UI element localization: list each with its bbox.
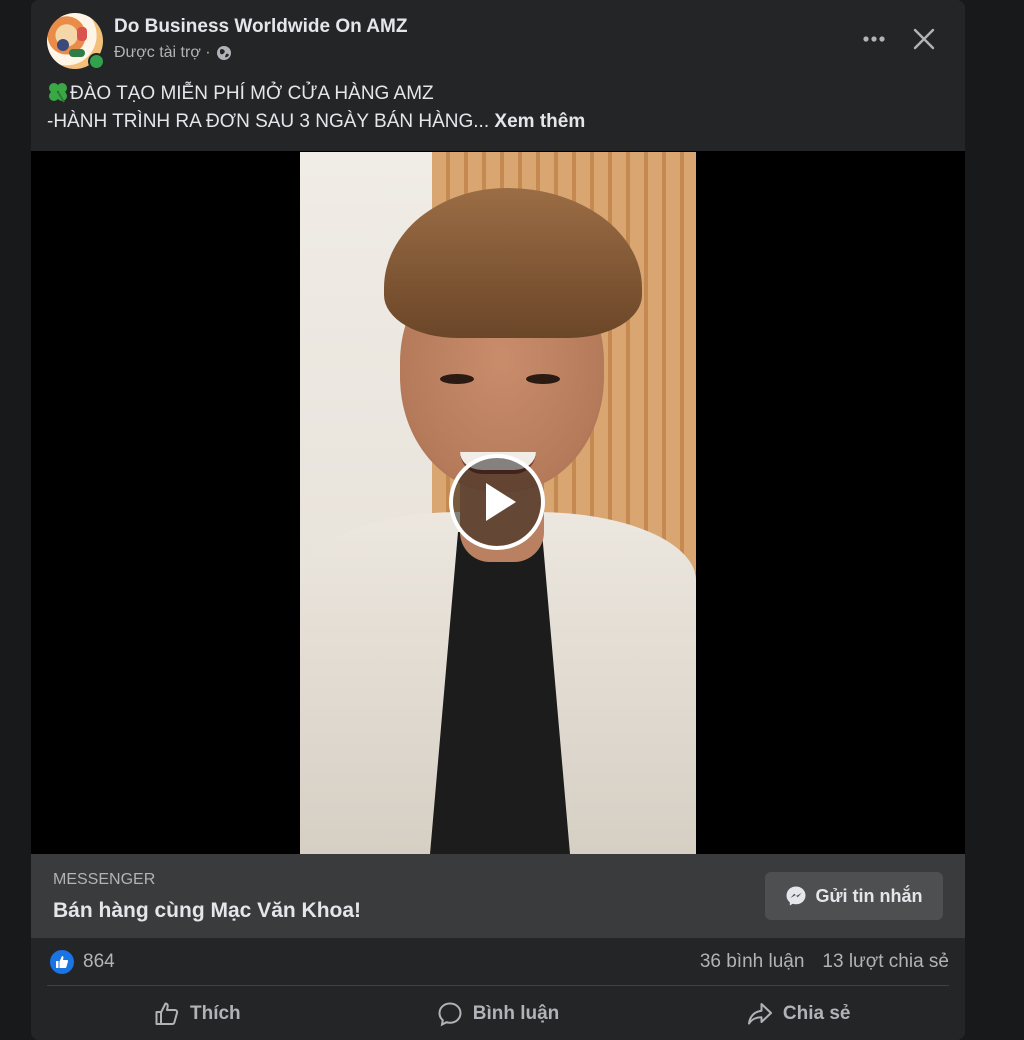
stats-right: 36 bình luận 13 lượt chia sẻ [700,951,949,973]
globe-icon [216,46,231,60]
share-count[interactable]: 13 lượt chia sẻ [822,951,949,973]
video-player[interactable] [31,151,965,854]
actions-divider [47,985,949,986]
send-message-label: Gửi tin nhắn [815,885,923,906]
page-name[interactable]: Do Business Worldwide On AMZ [114,16,407,38]
more-icon [863,36,885,42]
like-icon [56,956,69,968]
like-button[interactable]: Thích [47,992,348,1036]
sponsored-text: Được tài trợ · [114,44,211,61]
cta-bar: MESSENGER Bán hàng cùng Mạc Văn Khoa! Gử… [31,854,965,938]
online-status-dot [88,53,105,70]
play-icon[interactable] [448,453,546,551]
post-actions: Thích Bình luận Chia sẻ [47,992,949,1036]
see-more-link[interactable]: Xem thêm [494,111,585,132]
share-button[interactable]: Chia sẻ [648,992,949,1036]
sponsored-label: Được tài trợ · [114,44,232,62]
clover-icon [49,83,67,103]
like-count[interactable]: 864 [83,951,115,973]
comment-icon [438,1002,462,1027]
comment-count[interactable]: 36 bình luận [700,951,805,973]
caption-line-1: ĐÀO TẠO MIỄN PHÍ MỞ CỬA HÀNG AMZ [47,80,947,108]
post-caption: ĐÀO TẠO MIỄN PHÍ MỞ CỬA HÀNG AMZ -HÀNH T… [47,80,947,136]
more-options-button[interactable] [857,22,891,56]
caption-text-1: ĐÀO TẠO MIỄN PHÍ MỞ CỬA HÀNG AMZ [70,83,434,104]
post-header: Do Business Worldwide On AMZ Được tài tr… [31,0,965,80]
messenger-icon [786,886,806,906]
caption-line-2: -HÀNH TRÌNH RA ĐƠN SAU 3 NGÀY BÁN HÀNG..… [47,108,947,136]
share-icon [747,1003,772,1025]
close-button[interactable] [905,20,943,58]
cta-kicker: MESSENGER [53,871,156,888]
like-outline-icon [155,1002,179,1025]
like-reaction-badge[interactable] [50,950,74,974]
sponsored-post: Do Business Worldwide On AMZ Được tài tr… [31,0,965,1040]
cta-title[interactable]: Bán hàng cùng Mạc Văn Khoa! [53,899,361,923]
close-icon [913,28,935,50]
caption-text-2: -HÀNH TRÌNH RA ĐƠN SAU 3 NGÀY BÁN HÀNG..… [47,111,490,132]
engagement-stats: 864 36 bình luận 13 lượt chia sẻ [31,938,965,986]
comment-button[interactable]: Bình luận [348,992,649,1036]
send-message-button[interactable]: Gửi tin nhắn [765,872,943,920]
